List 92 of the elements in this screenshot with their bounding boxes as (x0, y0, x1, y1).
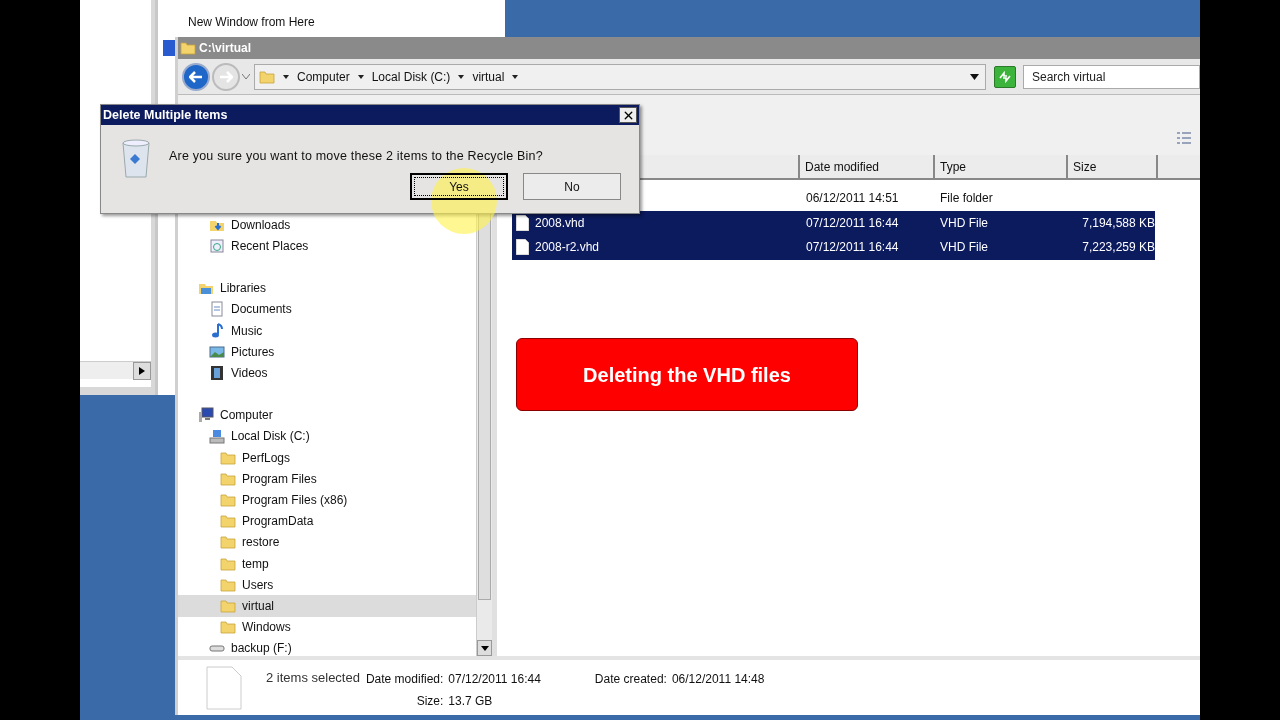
column-header[interactable]: Size (1068, 155, 1158, 178)
nav-item[interactable]: Pictures (178, 341, 476, 363)
refresh-icon (998, 70, 1012, 83)
nav-item[interactable]: Videos (178, 362, 476, 384)
computer-icon (198, 407, 214, 424)
left-arrow-icon (189, 70, 203, 83)
right-arrow-icon (219, 70, 233, 83)
folder-icon (220, 619, 236, 636)
film-icon (209, 364, 225, 381)
breadcrumb-item[interactable]: virtual (472, 67, 505, 86)
breadcrumb-item[interactable]: Local Disk (C:) (371, 67, 451, 86)
nav-item[interactable]: Downloads (178, 214, 476, 236)
address-bar[interactable]: Computer Local Disk (C:) virtual (254, 63, 986, 90)
nav-item[interactable]: Program Files (x86) (178, 489, 476, 511)
type-cell-text: File folder (939, 190, 994, 208)
recycle-bin-icon (121, 139, 151, 179)
music-note-icon (209, 322, 225, 339)
recent-places-icon (209, 237, 225, 254)
down-arrow-icon (480, 645, 489, 651)
caret-icon (458, 74, 465, 79)
nav-item[interactable]: Computer (178, 404, 476, 426)
nav-item[interactable]: Local Disk (C:) (178, 425, 476, 448)
caption-banner: Deleting the VHD files (516, 338, 858, 411)
dropdown-icon[interactable] (970, 73, 979, 80)
breadcrumb-item[interactable]: Computer (297, 67, 350, 86)
folder-icon (180, 40, 196, 56)
folder-icon (220, 555, 236, 572)
file-icon (206, 666, 242, 710)
right-arrow-icon (139, 367, 145, 375)
nav-item[interactable]: virtual (178, 595, 476, 617)
nav-item[interactable]: temp (178, 553, 476, 575)
selection-summary: 2 items selected (266, 669, 360, 687)
size-cell-text: 7,194,588 KB (1081, 214, 1155, 232)
caret-icon (283, 74, 289, 79)
caret-icon (512, 74, 519, 79)
refresh-button[interactable] (994, 65, 1016, 88)
nav-item[interactable]: Documents (178, 298, 476, 320)
nav-item[interactable]: Libraries (178, 277, 476, 299)
detail-label: Date modified: (365, 671, 444, 688)
detail-value: 06/12/2011 14:48 (671, 671, 765, 688)
folder-icon (220, 576, 236, 593)
dialog-button[interactable]: No (523, 173, 621, 200)
nav-item[interactable]: Music (178, 319, 476, 342)
dialog-button[interactable]: Yes (410, 173, 508, 200)
dialog-title: Delete Multiple Items (103, 106, 228, 124)
nav-item[interactable]: restore (178, 531, 476, 553)
nav-item[interactable]: PerfLogs (178, 447, 476, 469)
column-header[interactable]: Type (935, 155, 1068, 178)
file-icon (516, 214, 529, 231)
folder-icon (220, 470, 236, 487)
date-cell-text: 07/12/2011 16:44 (805, 239, 900, 257)
folder-icon (220, 513, 236, 530)
caret-icon (242, 73, 250, 80)
folder-icon (220, 534, 236, 551)
nav-item[interactable]: Users (178, 574, 476, 596)
file-name: 2008.vhd (535, 214, 585, 232)
drive-icon (209, 428, 225, 445)
folder-icon (220, 449, 236, 466)
file-name: 2008-r2.vhd (535, 239, 600, 257)
scroll-down-button[interactable] (477, 640, 492, 656)
file-row[interactable]: 2008.vhd 07/12/2011 16:44 VHD File 7,194,588 KB (512, 210, 1155, 235)
folder-icon (220, 597, 236, 614)
nav-item[interactable]: Program Files (178, 468, 476, 490)
file-icon (516, 239, 529, 256)
size-cell-text: 7,223,259 KB (1081, 239, 1155, 257)
pictures-icon (209, 343, 225, 360)
date-cell-text: 06/12/2011 14:51 (805, 190, 900, 208)
window-title: C:\virtual (199, 40, 251, 57)
type-cell-text: VHD File (939, 239, 989, 257)
nav-item[interactable]: Recent Places (178, 235, 476, 257)
date-cell-text: 07/12/2011 16:44 (805, 214, 900, 232)
menu-item[interactable]: New Window from Here (188, 15, 315, 29)
scroll-right-button[interactable] (133, 362, 151, 380)
detail-value: 07/12/2011 16:44 (448, 671, 541, 688)
document-icon (209, 301, 225, 318)
back-button[interactable] (182, 62, 210, 91)
dialog-message: Are you sure you want to move these 2 items to the Recycle Bin? (169, 148, 543, 165)
drive-icon (209, 644, 225, 652)
search-field[interactable]: Search virtual (1023, 64, 1200, 89)
column-header[interactable]: Date modified (800, 155, 935, 178)
caret-icon (357, 74, 364, 79)
nav-item[interactable]: backup (F:) (178, 637, 476, 656)
detail-label: Size: (415, 693, 444, 710)
nav-item[interactable]: Windows (178, 616, 476, 638)
nav-item[interactable]: ProgramData (178, 510, 476, 532)
type-cell-text: VHD File (939, 214, 989, 232)
close-button[interactable] (619, 107, 637, 123)
detail-value: 13.7 GB (448, 693, 494, 710)
folder-icon (220, 492, 236, 509)
folder-icon (259, 68, 275, 85)
file-row[interactable]: 2008-r2.vhd 07/12/2011 16:44 VHD File 7,223,259 KB (512, 235, 1155, 260)
detail-label: Date created: (594, 671, 667, 688)
